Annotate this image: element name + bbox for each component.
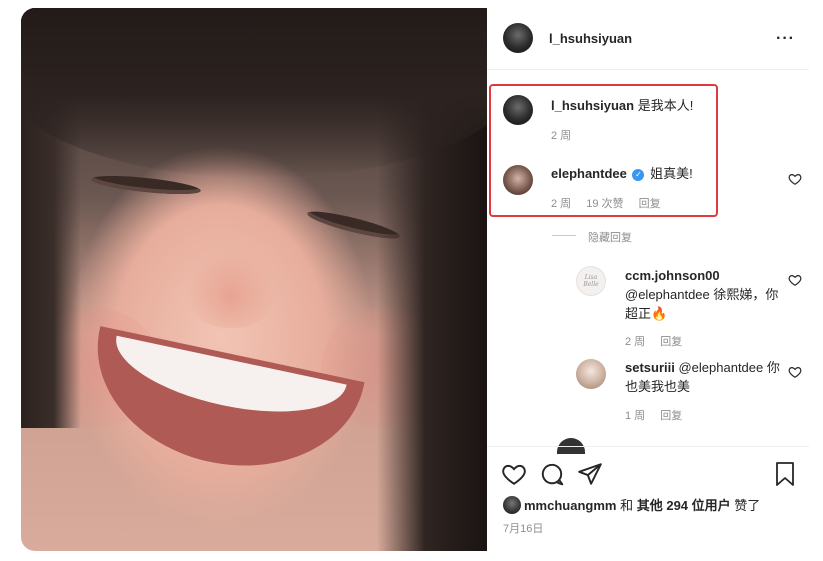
reply-time: 1 周 xyxy=(625,410,646,422)
verified-badge-icon: ✓ xyxy=(632,169,645,181)
likes-suffix: 赞了 xyxy=(734,498,761,513)
comment-text: 姐真美! xyxy=(650,166,693,181)
comment-meta: 2 周 19 次赞 回复 xyxy=(551,195,673,211)
comment-username[interactable]: l_hsuhsiyuan xyxy=(551,98,634,113)
comment-time: 2 周 xyxy=(551,198,572,210)
photo-detail xyxy=(90,172,202,198)
photo-detail xyxy=(21,8,487,178)
share-icon[interactable] xyxy=(577,461,603,487)
likes-summary: mmchuangmm 和 其他 294 位用户 赞了 xyxy=(503,495,760,514)
photo-detail xyxy=(77,326,365,490)
avatar-logo-text: Lisa Belle xyxy=(583,274,599,288)
reply-text-line: @elephantdee 徐熙娣，你 xyxy=(625,287,779,302)
likes-others-link[interactable]: 其他 294 位用户 xyxy=(637,498,731,513)
reply-avatar[interactable] xyxy=(576,359,606,389)
reply-avatar[interactable]: Lisa Belle xyxy=(576,266,606,296)
like-reply-heart-icon[interactable] xyxy=(788,273,802,287)
like-reply-heart-icon[interactable] xyxy=(788,365,802,379)
liker-avatar[interactable] xyxy=(503,496,521,514)
comments-panel: l_hsuhsiyuan ··· l_hsuhsiyuan 是我本人! 2 周 … xyxy=(487,8,809,551)
comment-avatar[interactable] xyxy=(503,165,533,195)
post-photo[interactable] xyxy=(21,8,487,551)
like-heart-icon[interactable] xyxy=(501,461,527,487)
reply-username[interactable]: ccm.johnson00 xyxy=(625,268,720,283)
post-card: l_hsuhsiyuan ··· l_hsuhsiyuan 是我本人! 2 周 … xyxy=(21,8,809,551)
comment-icon[interactable] xyxy=(539,461,565,487)
comment-text: 是我本人! xyxy=(637,98,694,113)
comment-likes[interactable]: 19 次赞 xyxy=(586,198,623,210)
liker-username[interactable]: mmchuangmm xyxy=(524,498,616,513)
action-bar: mmchuangmm 和 其他 294 位用户 赞了 7月16日 xyxy=(487,446,809,551)
hide-replies-button[interactable]: 隐藏回复 xyxy=(588,229,632,245)
reply-button[interactable]: 回复 xyxy=(639,198,661,210)
reply-text-line: 也美我也美 xyxy=(625,379,691,394)
comment-body: l_hsuhsiyuan 是我本人! xyxy=(551,96,693,115)
more-options-icon[interactable]: ··· xyxy=(776,30,795,48)
hide-replies-line xyxy=(552,235,576,236)
comment-meta: 2 周 xyxy=(551,127,583,143)
reply-meta: 1 周 回复 xyxy=(625,407,694,423)
comment-username[interactable]: elephantdee xyxy=(551,166,627,181)
reply-body: ccm.johnson00 @elephantdee 徐熙娣，你 超正🔥 xyxy=(625,266,790,323)
reply-button[interactable]: 回复 xyxy=(660,410,682,422)
post-header: l_hsuhsiyuan ··· xyxy=(487,8,809,70)
reply-button[interactable]: 回复 xyxy=(660,336,682,348)
reply-text-line: @elephantdee 你 xyxy=(678,360,780,375)
author-avatar[interactable] xyxy=(503,23,533,53)
comment-time: 2 周 xyxy=(551,130,572,142)
reply-meta: 2 周 回复 xyxy=(625,333,694,349)
comment-avatar[interactable] xyxy=(503,95,533,125)
reply-body: setsuriii @elephantdee 你 也美我也美 xyxy=(625,358,790,396)
reply-text-line: 超正🔥 xyxy=(625,306,668,321)
bookmark-icon[interactable] xyxy=(773,461,797,487)
reply-time: 2 周 xyxy=(625,336,646,348)
author-username[interactable]: l_hsuhsiyuan xyxy=(549,31,632,46)
comment-body: elephantdee ✓ 姐真美! xyxy=(551,164,693,183)
like-comment-heart-icon[interactable] xyxy=(788,172,802,186)
photo-detail xyxy=(186,248,276,328)
reply-username[interactable]: setsuriii xyxy=(625,360,675,375)
likes-and: 和 xyxy=(620,498,634,513)
post-date: 7月16日 xyxy=(503,523,544,535)
